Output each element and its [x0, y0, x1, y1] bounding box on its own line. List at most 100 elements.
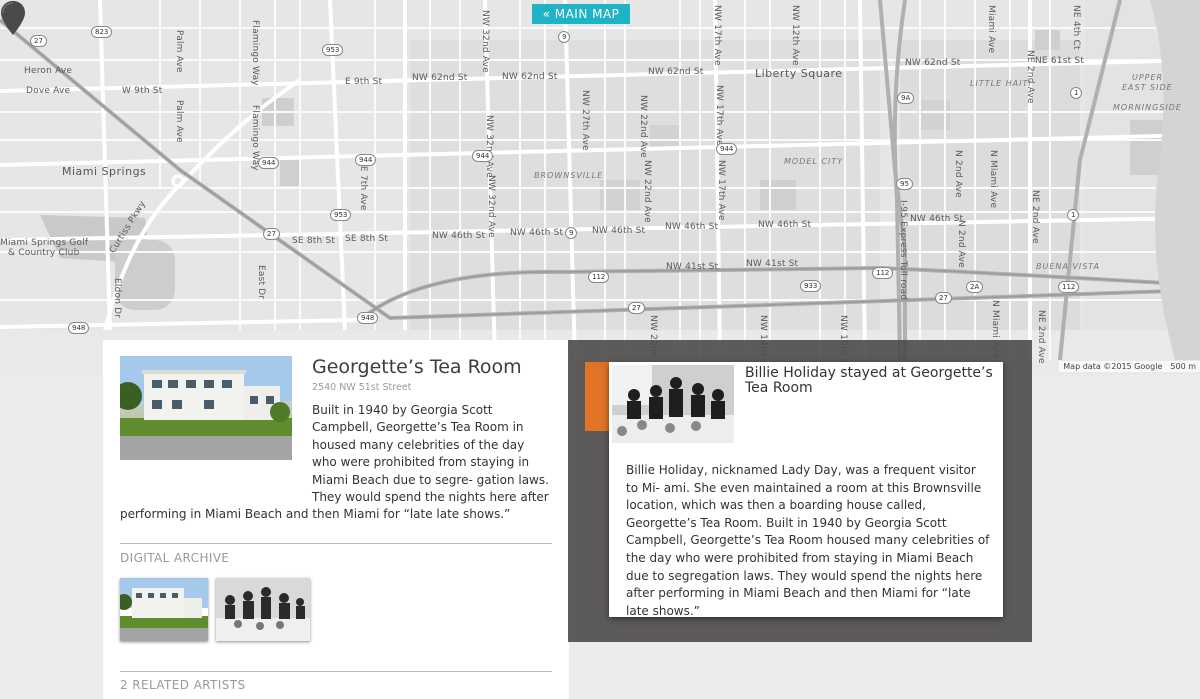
story-photo[interactable] — [612, 365, 734, 443]
map-street-label: NW 17th Ave — [712, 5, 722, 66]
main-map-button[interactable]: « MAIN MAP — [532, 4, 630, 24]
route-shield: 2A — [966, 281, 984, 293]
map-street-label: NW 62nd St — [905, 58, 961, 68]
house-thumbnail-illustration — [120, 578, 208, 641]
map-street-label: SE 8th St — [292, 236, 336, 246]
map-neighborhood-label: MORNINGSIDE — [1113, 103, 1182, 112]
map-street-label: NW 62nd St — [648, 67, 704, 77]
route-shield: 27 — [263, 228, 280, 240]
map-street-label: Dove Ave — [26, 86, 71, 96]
section-divider — [120, 671, 552, 672]
map-street-label: NW 22nd Ave — [638, 95, 648, 158]
story-card[interactable]: Billie Holiday stayed at Georgette’s Tea… — [609, 362, 1003, 618]
story-overlay: Billie Holiday stayed at Georgette’s Tea… — [568, 340, 1032, 642]
map-neighborhood-label: BROWNSVILLE — [534, 171, 604, 180]
route-shield: 944 — [472, 150, 494, 162]
route-shield: 953 — [330, 209, 352, 221]
map-neighborhood-label: EAST SIDE — [1122, 83, 1173, 92]
place-info-panel: Georgette’s Tea Room 2540 NW 51st Street… — [103, 340, 569, 699]
route-shield: 27 — [30, 35, 47, 47]
map-neighborhood-label: MODEL CITY — [784, 157, 844, 166]
map-attribution: Map data ©2015 Google 500 m — [1059, 361, 1200, 372]
map-neighborhood-label: UPPER — [1132, 73, 1164, 82]
map-street-label: NW 17th Ave — [714, 85, 724, 146]
map-place-label: & Country Club — [8, 248, 80, 258]
map-street-label: NW 46th St — [758, 220, 812, 230]
map-street-label: Eldon Dr — [112, 278, 122, 319]
route-shield: 823 — [91, 26, 113, 38]
map-street-label: W 9th St — [122, 86, 163, 96]
route-shield: 944 — [258, 157, 280, 169]
map-street-label: N Miami Ave — [988, 150, 998, 209]
map-street-label: Miami Ave — [986, 5, 996, 54]
route-shield: 944 — [355, 154, 377, 166]
map-street-label: NW 41st St — [666, 262, 719, 272]
map-street-label: NE 2nd Ave — [1025, 50, 1035, 104]
route-shield: 948 — [357, 312, 379, 324]
route-shield: 27 — [935, 292, 952, 304]
map-street-label: NE 4th Ct — [1071, 5, 1081, 50]
route-shield: 933 — [800, 280, 822, 292]
map-street-label: NW 46th St — [432, 231, 486, 241]
map-street-label: NE 2nd Ave — [1030, 190, 1040, 244]
map-street-label: N 2nd Ave — [953, 150, 963, 198]
map-street-label: NW 46th St — [665, 222, 719, 232]
map-street-label: NW 27th Ave — [580, 90, 590, 151]
map-street-label: SE 8th St — [345, 234, 389, 244]
text-wrap-spacer — [120, 402, 312, 501]
story-title: Billie Holiday stayed at Georgette’s Tea… — [745, 365, 993, 396]
map-street-label: Flamingo Way — [250, 20, 260, 86]
map-street-label: NW 41st St — [746, 259, 799, 269]
related-artists-label[interactable]: 2 RELATED ARTISTS — [120, 678, 245, 692]
map-neighborhood-label: LITTLE HAITI — [970, 79, 1032, 88]
route-shield: 953 — [322, 44, 344, 56]
map-street-label: Palm Ave — [174, 100, 184, 143]
map-street-label: NW 12th Ave — [790, 5, 800, 66]
map-street-label: N 2nd Ave — [956, 220, 966, 268]
route-shield: 112 — [872, 267, 894, 279]
map-street-label: NW 62nd St — [412, 73, 468, 83]
map-street-label: NW 46th St — [592, 226, 646, 236]
map-street-label: E 9th St — [345, 77, 383, 87]
map-neighborhood-label: BUENA VISTA — [1036, 262, 1100, 271]
digital-archive-label: DIGITAL ARCHIVE — [120, 551, 230, 565]
map-scale-text: 500 m — [1170, 362, 1196, 371]
map-street-label: Heron Ave — [24, 66, 73, 76]
map-place-label: Miami Springs — [62, 165, 147, 178]
place-address: 2540 NW 51st Street — [312, 382, 412, 393]
map[interactable]: NW 62nd St NW 62nd St NW 62nd St NW 62nd… — [0, 0, 1200, 375]
map-street-label: NW 32nd Ave — [480, 10, 490, 73]
map-street-label: NE 2nd Ave — [1036, 310, 1046, 364]
route-shield: 9A — [897, 92, 915, 104]
place-description-block: Built in 1940 by Georgia Scott Campbell,… — [120, 402, 552, 524]
group-thumbnail-illustration — [216, 578, 310, 641]
route-shield: 27 — [628, 302, 645, 314]
map-street-label: NW 46th St — [510, 228, 564, 238]
section-divider — [120, 543, 552, 544]
route-shield: 944 — [716, 143, 738, 155]
map-place-label: Miami Springs Golf — [0, 238, 89, 248]
route-shield: 112 — [1058, 281, 1080, 293]
map-street-label: NW 22nd Ave — [642, 160, 652, 223]
billie-holiday-photo-illustration — [612, 365, 734, 443]
map-street-label: I-95 Express Toll road — [898, 200, 908, 301]
location-pin-icon[interactable] — [0, 0, 26, 36]
map-street-label: NE 61st St — [1035, 56, 1085, 66]
map-street-label: NW 62nd St — [502, 72, 558, 82]
map-street-label: NW 32nd Ave — [484, 115, 494, 178]
route-shield: 95 — [896, 178, 913, 190]
archive-thumb-group[interactable] — [216, 578, 310, 641]
map-street-label: SE 7th Ave — [358, 160, 368, 211]
route-shield: 948 — [68, 322, 90, 334]
story-body: Billie Holiday, nicknamed Lady Day, was … — [626, 463, 990, 618]
route-shield: 112 — [588, 271, 610, 283]
map-credit-text: Map data ©2015 Google — [1063, 362, 1163, 371]
archive-thumb-house[interactable] — [120, 578, 208, 641]
map-street-label: NW 17th Ave — [716, 160, 726, 221]
story-accent-bar — [585, 362, 609, 431]
place-title: Georgette’s Tea Room — [312, 356, 522, 378]
map-street-label: Palm Ave — [174, 30, 184, 73]
map-street-label: East Dr — [256, 265, 266, 300]
map-street-label: NW 32nd Ave — [486, 175, 496, 238]
map-place-label: Liberty Square — [755, 67, 843, 80]
